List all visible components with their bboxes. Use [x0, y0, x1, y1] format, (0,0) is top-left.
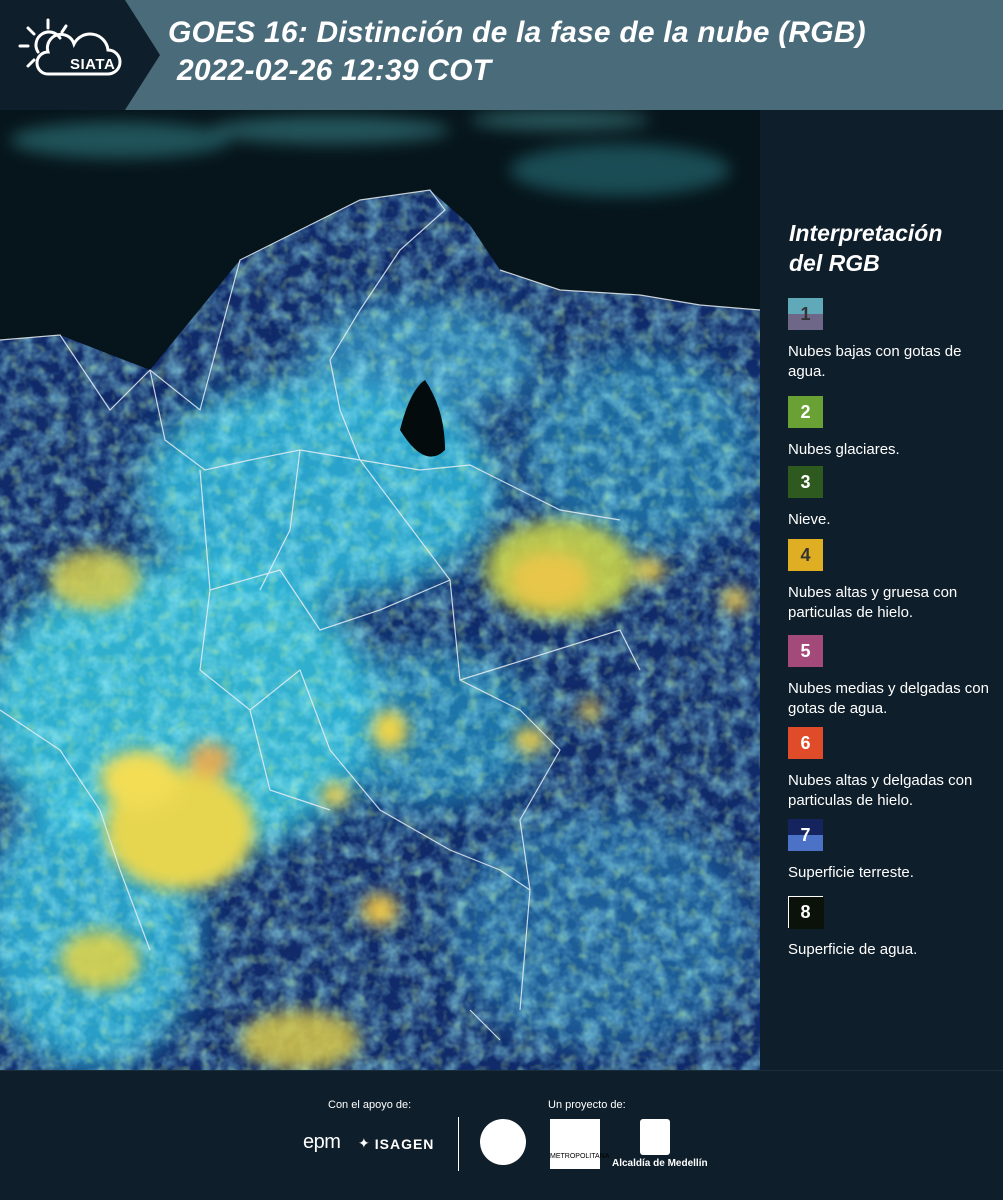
legend-swatch: 2: [788, 396, 823, 428]
legend-panel: Interpretación del RGB 1 Nubes bajas con …: [760, 110, 1003, 1070]
header: SIATA GOES 16: Distinción de la fase de …: [0, 0, 1003, 110]
isagen-star-icon: ✦: [358, 1135, 371, 1151]
legend-number: 7: [800, 824, 811, 845]
legend-swatch: 6: [788, 727, 823, 759]
sun-cloud-icon: [18, 18, 122, 76]
legend-label: Nubes bajas con gotas de agua.: [788, 343, 962, 380]
legend-item-2: 2 Nubes glaciares.: [788, 396, 1000, 460]
legend-number: 4: [800, 544, 811, 565]
legend-label: Nubes altas y gruesa con particulas de h…: [788, 584, 958, 621]
area-metropolitana-logo: METROPOLITANA: [550, 1119, 609, 1169]
legend-swatch: 1: [788, 298, 823, 330]
title-line-1: GOES 16: Distinción de la fase de la nub…: [168, 16, 866, 49]
legend-label: Superficie de agua.: [788, 941, 918, 958]
epm-logo: epm: [303, 1131, 341, 1153]
isagen-text: ISAGEN: [374, 1135, 435, 1152]
seal-icon: [480, 1119, 526, 1165]
legend-number: 8: [800, 901, 811, 922]
legend-number: 3: [800, 471, 811, 492]
project-label: Un proyecto de:: [548, 1099, 626, 1111]
rgb-imagery: [0, 110, 760, 1070]
legend-label: Nubes medias y delgadas con gotas de agu…: [788, 680, 989, 717]
isagen-logo: ✦ ISAGEN: [358, 1135, 434, 1152]
legend-swatch: 4: [788, 539, 823, 571]
legend-label: Superficie terreste.: [788, 864, 914, 881]
legend-item-8: 8 Superficie de agua.: [788, 896, 1000, 960]
legend-number: 1: [800, 303, 811, 324]
logo-text: SIATA: [70, 56, 116, 73]
alcaldia-label: Alcaldía de Medellín: [612, 1158, 708, 1169]
support-label: Con el apoyo de:: [328, 1099, 412, 1111]
page-title: GOES 16: Distinción de la fase de la nub…: [168, 14, 866, 90]
satellite-map[interactable]: [0, 110, 760, 1070]
legend-swatch: 3: [788, 466, 823, 498]
legend-label: Nubes glaciares.: [788, 441, 900, 458]
legend-item-6: 6 Nubes altas y delgadas con particulas d…: [788, 727, 1000, 811]
legend-swatch: 8: [788, 896, 824, 929]
shield-icon: [640, 1119, 670, 1155]
legend-label: Nieve.: [788, 511, 831, 528]
footer-divider: [458, 1117, 459, 1171]
legend-number: 6: [800, 732, 811, 753]
legend-item-3: 3 Nieve.: [788, 466, 1000, 530]
legend-swatch: 7: [788, 819, 823, 851]
footer: Con el apoyo de: Un proyecto de: epm ✦ I…: [0, 1070, 1003, 1200]
legend-number: 5: [800, 640, 811, 661]
legend-item-4: 4 Nubes altas y gruesa con particulas de …: [788, 539, 1000, 623]
legend-item-5: 5 Nubes medias y delgadas con gotas de ag…: [788, 635, 1000, 719]
title-line-2: 2022-02-26 12:39 COT: [177, 54, 492, 87]
legend-label: Nubes altas y delgadas con particulas de…: [788, 772, 973, 809]
legend-title: Interpretación del RGB: [789, 218, 989, 278]
legend-title-line-1: Interpretación: [789, 220, 943, 246]
legend-number: 2: [800, 401, 811, 422]
area-text: METROPOLITANA: [550, 1153, 610, 1160]
legend-swatch: 5: [788, 635, 823, 667]
legend-item-7: 7 Superficie terreste.: [788, 819, 1000, 883]
siata-logo: SIATA: [18, 14, 128, 94]
legend-title-line-2: del RGB: [789, 250, 880, 276]
legend-item-1: 1 Nubes bajas con gotas de agua.: [788, 298, 1000, 382]
